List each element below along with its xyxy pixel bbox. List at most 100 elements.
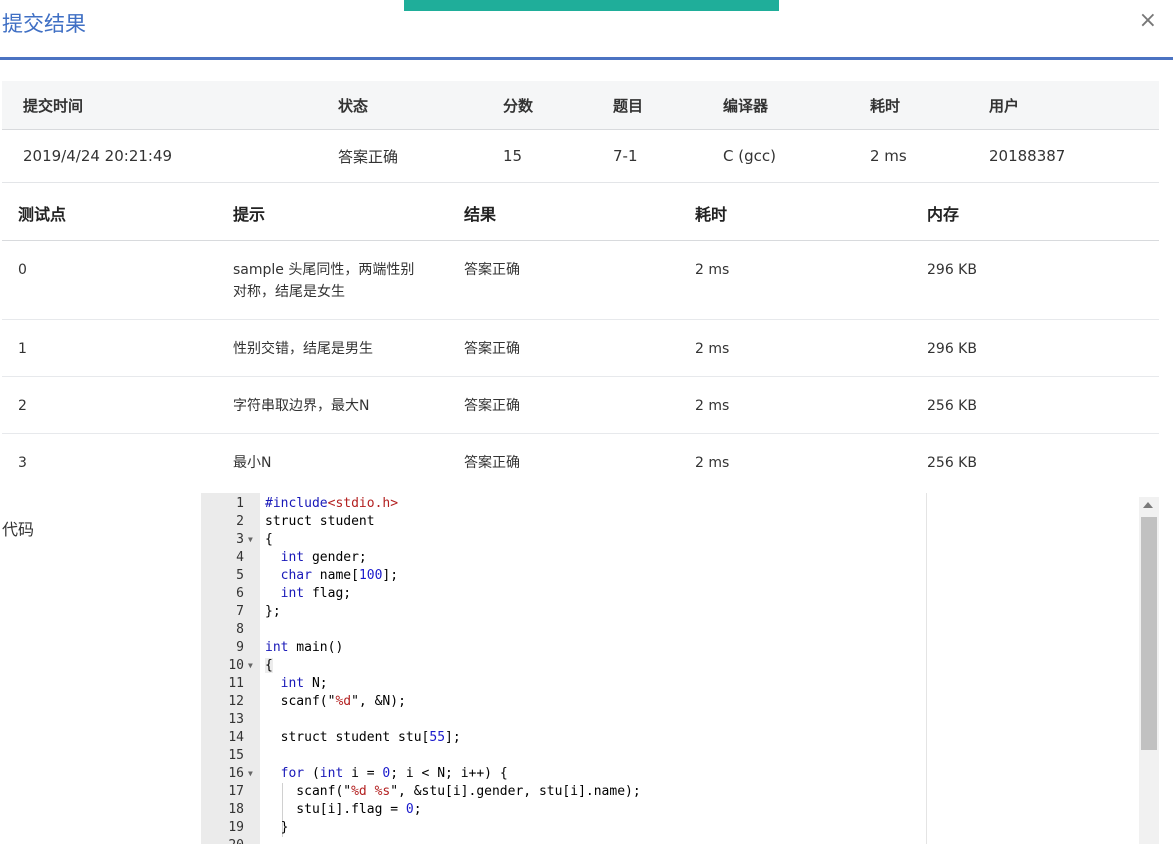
line-number: 9 <box>236 640 244 655</box>
user-id: 20188387 <box>989 129 1159 183</box>
code-text: { <box>265 658 273 673</box>
code-text: struct student <box>265 514 375 529</box>
table-row: 0 sample 头尾同性，两端性别对称，结尾是女生 答案正确 2 ms 296… <box>2 240 1159 320</box>
code-text: }; <box>265 604 281 619</box>
dialog-title: 提交结果 <box>2 12 86 36</box>
line-number: 1 <box>236 496 244 511</box>
header-score: 分数 <box>503 81 613 130</box>
code-line: 4 int gender; <box>201 549 926 567</box>
case-time: 2 ms <box>695 240 927 320</box>
code-line: 20 <box>201 837 926 844</box>
code-text: char name[100]; <box>280 568 399 583</box>
top-accent-bar <box>404 0 779 11</box>
code-line: 15 <box>201 747 926 765</box>
case-memory: 296 KB <box>927 319 1159 377</box>
line-number: 18 <box>228 802 244 817</box>
close-icon[interactable]: × <box>1139 8 1157 33</box>
case-hint: 最小N <box>233 455 272 471</box>
line-number: 15 <box>228 748 244 763</box>
code-text: struct student stu[55]; <box>265 730 461 745</box>
case-result: 答案正确 <box>464 319 695 377</box>
line-number: 8 <box>236 622 244 637</box>
problem-link[interactable]: 7-1 <box>613 129 723 183</box>
editor-scrollbar[interactable] <box>1139 497 1159 844</box>
header-hint: 提示 <box>233 185 464 241</box>
case-id: 2 <box>2 376 233 434</box>
header-test-point: 测试点 <box>2 185 233 241</box>
case-time: 2 ms <box>695 319 927 377</box>
case-hint: 字符串取边界，最大N <box>233 376 464 434</box>
case-result: 答案正确 <box>464 455 520 471</box>
score: 15 <box>503 129 613 183</box>
compiler: C (gcc) <box>723 129 870 183</box>
code-line: 13 <box>201 711 926 729</box>
header-memory: 内存 <box>927 185 1159 241</box>
line-number: 2 <box>236 514 244 529</box>
code-line: 2 struct student <box>201 513 926 531</box>
line-number: 11 <box>228 676 244 691</box>
line-number: 19 <box>228 820 244 835</box>
summary-row: 2019/4/24 20:21:49 答案正确 15 7-1 C (gcc) 2… <box>2 129 1159 183</box>
code-line: 12 scanf("%d", &N); <box>201 693 926 711</box>
code-text: } <box>265 820 289 835</box>
submit-time: 2019/4/24 20:21:49 <box>2 129 338 183</box>
scrollbar-thumb[interactable] <box>1141 517 1157 750</box>
header-problem: 题目 <box>613 81 723 130</box>
code-text: { <box>265 532 273 547</box>
line-number: 12 <box>228 694 244 709</box>
cases-header-row: 测试点 提示 结果 耗时 内存 <box>2 185 1159 241</box>
header-compiler: 编译器 <box>723 81 870 130</box>
case-time: 2 ms <box>695 376 927 434</box>
code-line: 16 ▼ for (int i = 0; i < N; i++) { <box>201 765 926 783</box>
line-number: 5 <box>236 568 244 583</box>
line-number: 17 <box>228 784 244 799</box>
case-result: 答案正确 <box>464 240 695 320</box>
code-line: 19 } <box>201 819 926 837</box>
case-hint: sample 头尾同性，两端性别对称，结尾是女生 <box>233 240 464 320</box>
status-badge: 答案正确 <box>338 129 503 183</box>
scroll-up-arrow-icon[interactable] <box>1143 502 1153 508</box>
line-number: 4 <box>236 550 244 565</box>
title-divider <box>0 57 1173 60</box>
line-number: 20 <box>201 837 244 844</box>
code-text: scanf("%d %s", &stu[i].gender, stu[i].na… <box>265 784 641 799</box>
case-hint: 性别交错，结尾是男生 <box>233 319 464 377</box>
code-line: 8 <box>201 621 926 639</box>
code-text: int main() <box>265 640 344 655</box>
line-number: 6 <box>236 586 244 601</box>
case-memory: 256 KB <box>927 376 1159 434</box>
header-result: 结果 <box>464 185 695 241</box>
code-line: 3 ▼ { <box>201 531 926 549</box>
case-result: 答案正确 <box>464 376 695 434</box>
code-line: 17 scanf("%d %s", &stu[i].gender, stu[i]… <box>201 783 926 801</box>
code-line: 18 stu[i].flag = 0; <box>201 801 926 819</box>
code-line: 7}; <box>201 603 926 621</box>
code-line: 9 int main() <box>201 639 926 657</box>
code-line: 10 ▼ { <box>201 657 926 675</box>
case-id: 1 <box>2 319 233 377</box>
line-number: 7 <box>236 604 244 619</box>
line-number: 16 <box>228 766 244 781</box>
fold-arrow-icon[interactable]: ▼ <box>248 531 253 549</box>
fold-arrow-icon[interactable]: ▼ <box>248 657 253 675</box>
fold-arrow-icon[interactable]: ▼ <box>248 765 253 783</box>
code-line: 11 int N; <box>201 675 926 693</box>
code-text: int N; <box>280 676 328 691</box>
summary-header-row: 提交时间 状态 分数 题目 编译器 耗时 用户 <box>2 81 1159 130</box>
duration: 2 ms <box>870 129 989 183</box>
code-text: scanf("%d", &N); <box>265 694 406 709</box>
code-text: int gender; <box>280 550 367 565</box>
header-time: 耗时 <box>695 185 927 241</box>
test-cases-table: 测试点 提示 结果 耗时 内存 0 sample 头尾同性，两端性别对称，结尾是… <box>2 185 1159 490</box>
line-number: 14 <box>228 730 244 745</box>
case-id: 3 <box>18 455 27 471</box>
code-text: int flag; <box>280 586 352 601</box>
line-number: 10 <box>228 658 244 673</box>
case-id: 0 <box>2 240 233 320</box>
submission-summary-table: 提交时间 状态 分数 题目 编译器 耗时 用户 2019/4/24 20:21:… <box>2 81 1159 183</box>
code-label: 代码 <box>2 520 35 539</box>
case-time: 2 ms <box>695 455 730 471</box>
line-number: 13 <box>228 712 244 727</box>
code-line: 5 char name[100]; <box>201 567 926 585</box>
code-editor[interactable]: 1 #include<stdio.h> 2 struct student 3 ▼ {4 in… <box>201 493 927 844</box>
